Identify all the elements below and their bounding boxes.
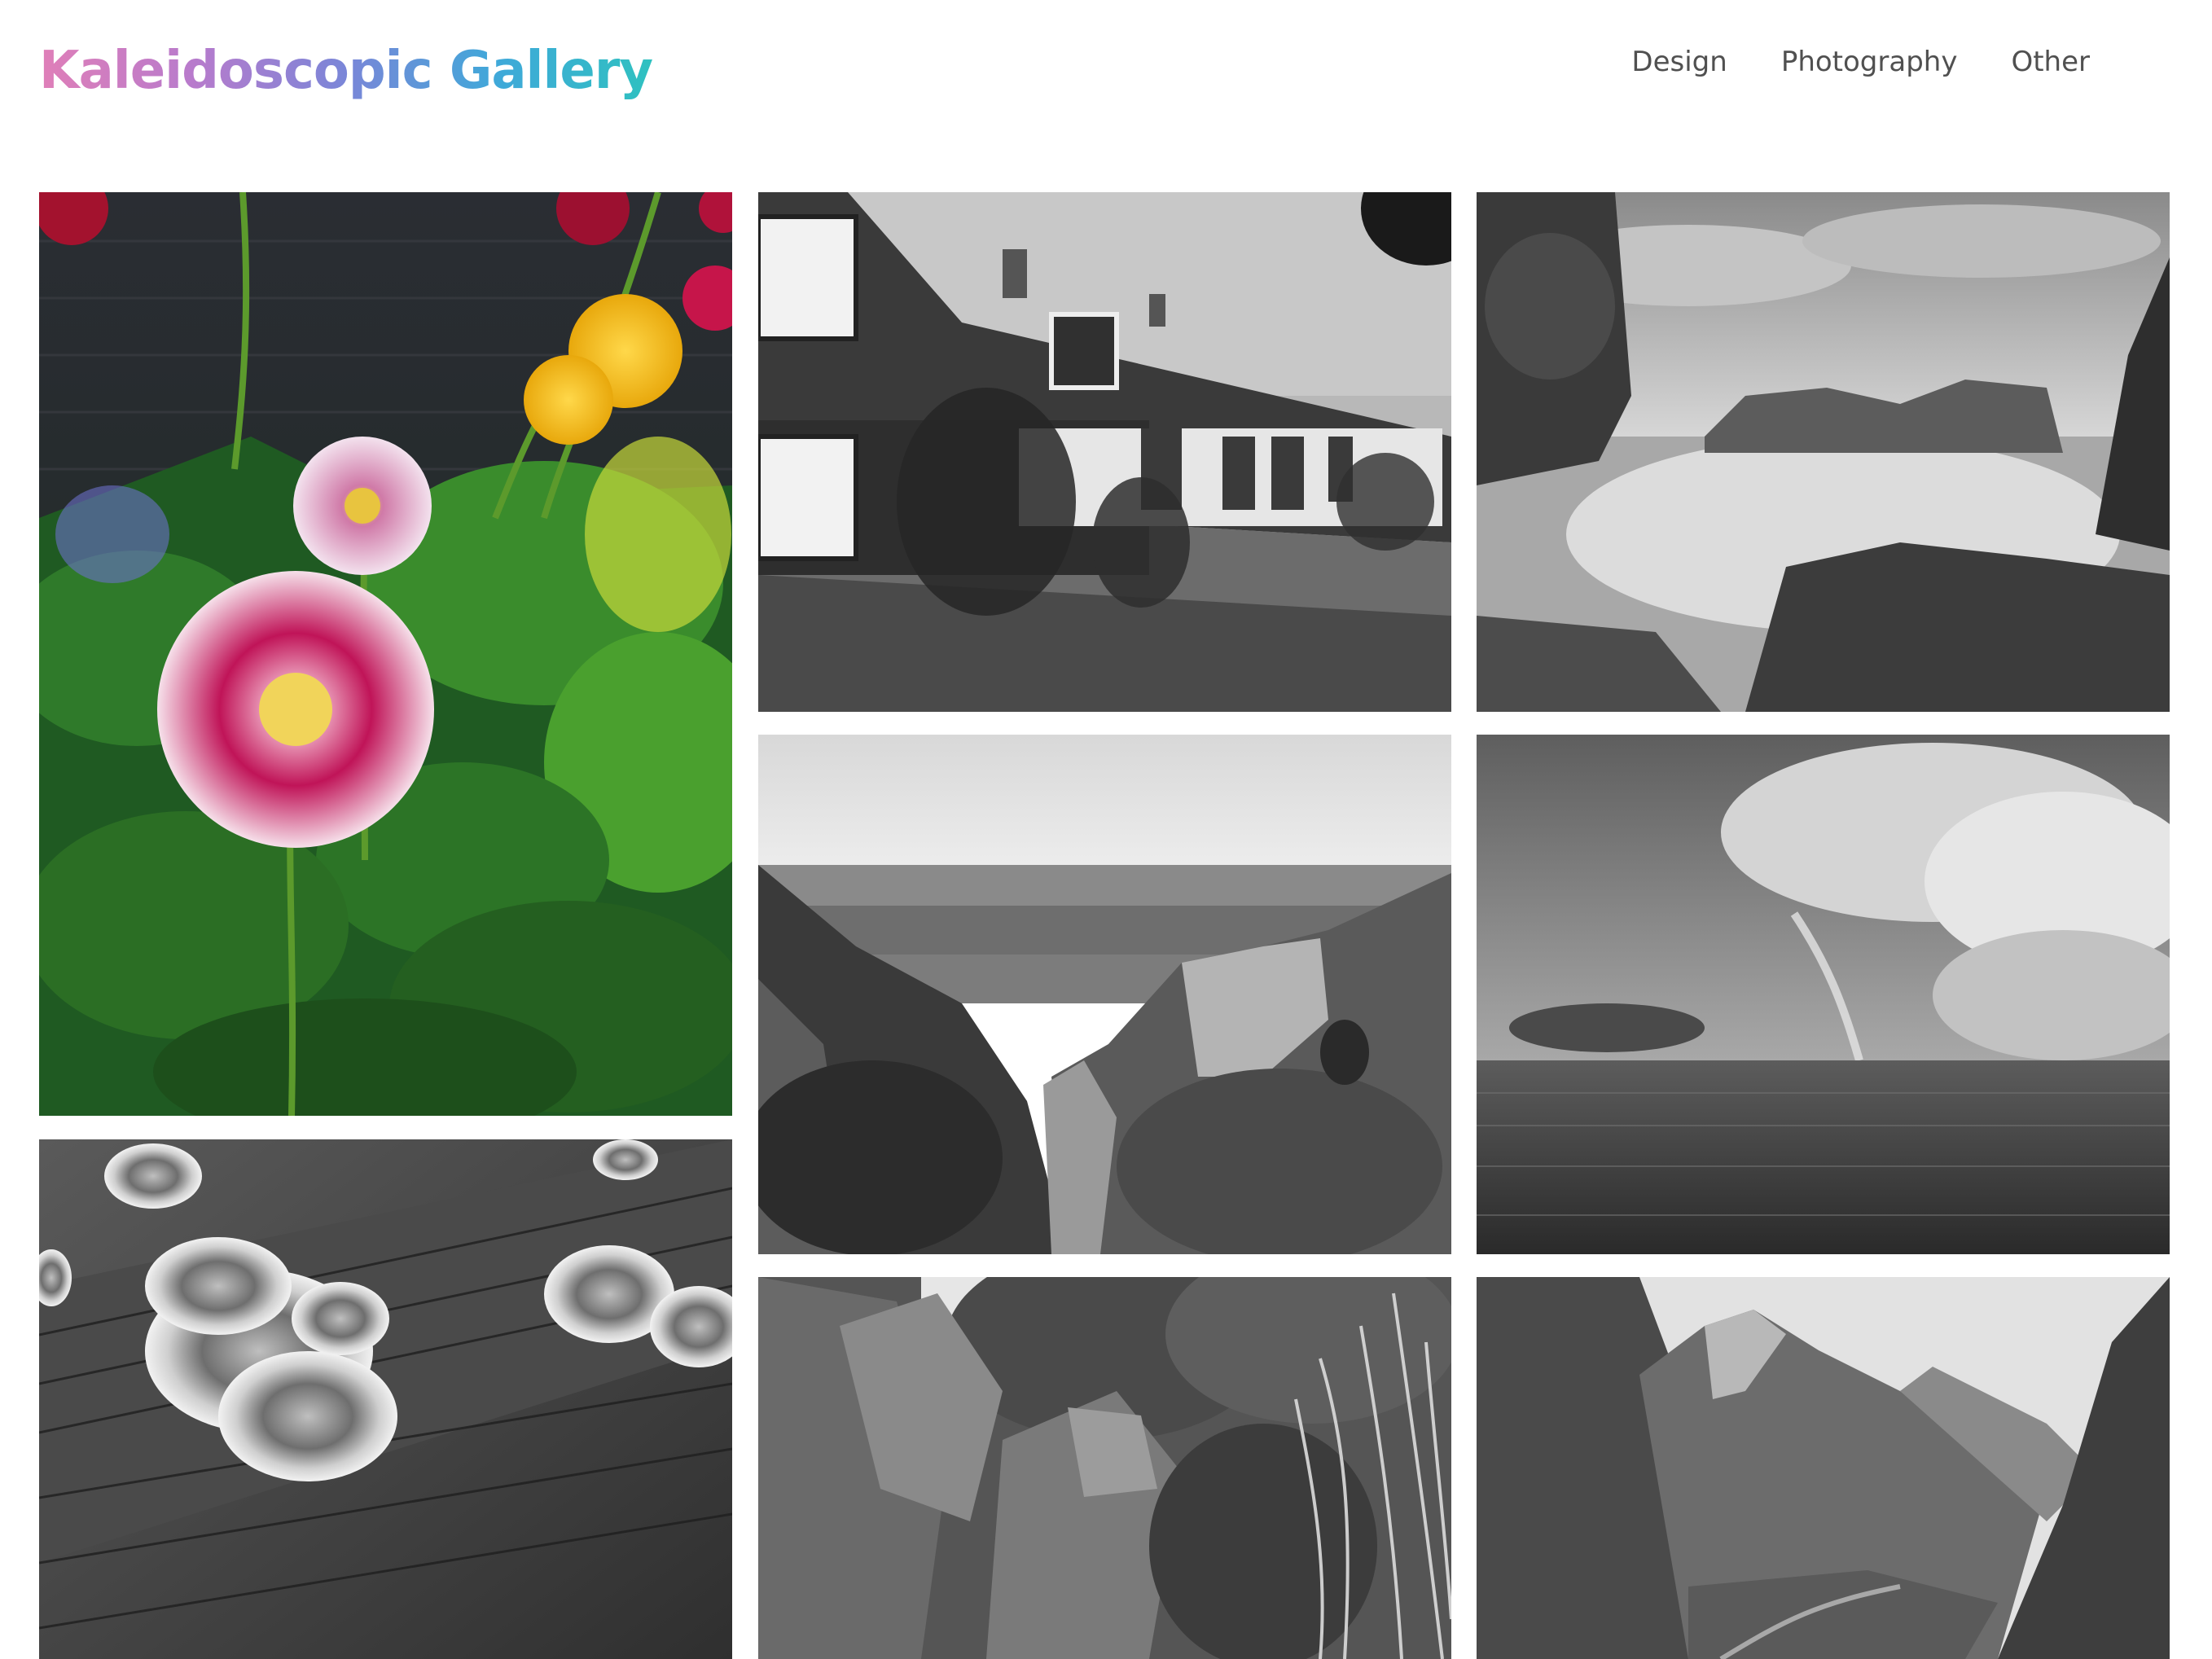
nav-item-design[interactable]: Design — [1631, 46, 1727, 78]
rocks-palms-image — [758, 1277, 1451, 1659]
photo-mountain-valley[interactable] — [1477, 1277, 2170, 1659]
valley-image — [1477, 1277, 2170, 1659]
photo-cottages[interactable] — [758, 192, 1451, 712]
site-header: Kaleidoscopic Gallery Design Photography… — [0, 0, 2212, 155]
nav-item-photography[interactable]: Photography — [1781, 46, 1958, 78]
photo-bracket-fungus[interactable] — [39, 1139, 732, 1659]
photo-dahlia-flowers[interactable] — [39, 192, 732, 1116]
photo-rainbow-sea[interactable] — [1477, 735, 2170, 1254]
rainbow-image — [1477, 735, 2170, 1254]
photo-canyon[interactable] — [758, 735, 1451, 1254]
photo-rocks-palms[interactable] — [758, 1277, 1451, 1659]
cottages-image — [758, 192, 1451, 712]
coast-image — [1477, 192, 2170, 712]
site-logo[interactable]: Kaleidoscopic Gallery — [39, 41, 653, 101]
fungus-image — [39, 1139, 732, 1659]
nav-item-other[interactable]: Other — [2011, 46, 2090, 78]
dahlia-image — [39, 192, 732, 1116]
main-nav: Design Photography Other — [1631, 46, 2090, 78]
photo-rocky-coast[interactable] — [1477, 192, 2170, 712]
canyon-image — [758, 735, 1451, 1254]
